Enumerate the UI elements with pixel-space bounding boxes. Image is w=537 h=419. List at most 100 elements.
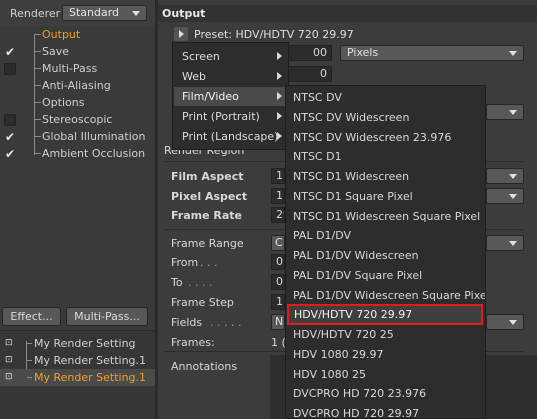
submenu-item[interactable]: NTSC DV Widescreen 23.976 <box>286 128 485 147</box>
tree-branch-line <box>35 51 41 52</box>
checkmark-icon[interactable]: ✔ <box>4 148 16 160</box>
width-field[interactable]: 00 <box>284 45 332 61</box>
submenu-item-label: HDV/HDTV 720 29.97 <box>294 308 413 322</box>
render-setting-item[interactable]: ⊡ My Render Setting.1 <box>0 369 155 386</box>
frame-range-dropdown-right[interactable] <box>486 235 524 251</box>
tree-branch-line <box>27 360 32 361</box>
frame-rate-field[interactable]: 29 <box>271 207 285 223</box>
submenu-item-label: PAL D1/DV Square Pixel <box>293 268 423 282</box>
chevron-down-icon <box>509 320 517 325</box>
frames-label: Frames: <box>171 336 215 349</box>
tree-item[interactable]: Output <box>0 26 155 43</box>
checkbox-icon[interactable] <box>4 114 16 126</box>
resolution-dropdown[interactable] <box>486 104 524 120</box>
submenu-item[interactable]: PAL D1/DV Square Pixel <box>286 266 485 285</box>
checkbox-icon[interactable] <box>4 63 16 75</box>
tree-item-label: Ambient Occlusion <box>42 147 146 160</box>
left-panel: Renderer Standard Output ✔ Save Multi-Pass A… <box>0 0 155 419</box>
width-value: 00 <box>313 46 327 59</box>
submenu-item[interactable]: NTSC D1 Widescreen <box>286 167 485 186</box>
submenu-item-label: DVCPRO HD 720 23.976 <box>293 387 427 401</box>
submenu-item-label: PAL D1/DV Widescreen Square Pixel <box>293 288 486 302</box>
submenu-item[interactable]: NTSC DV Widescreen <box>286 108 485 127</box>
submenu-item-label: HDV 1080 25 <box>293 367 367 381</box>
submenu-item[interactable]: HDV/HDTV 720 29.97 <box>287 304 483 326</box>
film-aspect-field[interactable]: 1. <box>271 168 285 184</box>
tree-branch-line <box>27 343 32 344</box>
from-dots: . . . <box>200 256 218 269</box>
render-setting-item[interactable]: ⊡ My Render Setting <box>0 335 155 352</box>
units-dropdown[interactable]: Pixels <box>340 45 524 61</box>
menu-item[interactable]: Web <box>174 67 288 86</box>
units-value: Pixels <box>347 46 379 59</box>
submenu-item-label: HDV 1080 29.97 <box>293 347 384 361</box>
fields-dropdown-right[interactable] <box>486 314 524 330</box>
chevron-down-icon <box>509 51 517 56</box>
menu-item-label: Film/Video <box>182 90 239 103</box>
from-label: From <box>171 256 199 269</box>
submenu-item[interactable]: NTSC DV <box>286 88 485 107</box>
submenu-item-label: NTSC D1 Widescreen <box>293 170 410 183</box>
film-aspect-dropdown[interactable] <box>486 168 524 184</box>
tree-item-label: Multi-Pass <box>42 62 98 75</box>
menu-item[interactable]: Print (Landscape) <box>174 127 288 146</box>
render-setting-icon: ⊡ <box>5 355 13 365</box>
chevron-down-icon <box>509 194 517 199</box>
tree-item-label: Global Illumination <box>42 130 146 143</box>
frame-range-dropdown[interactable]: C <box>271 235 285 251</box>
tree-branch-line <box>35 119 41 120</box>
submenu-item[interactable]: NTSC D1 Widescreen Square Pixel <box>286 207 485 226</box>
tree-item[interactable]: Options <box>0 94 155 111</box>
tree-item[interactable]: ✔ Save <box>0 43 155 60</box>
preset-expand-icon[interactable] <box>174 27 188 41</box>
submenu-item[interactable]: DVCPRO HD 720 23.976 <box>286 384 485 403</box>
menu-item[interactable]: Film/Video <box>174 87 288 106</box>
frame-step-field[interactable]: 1 <box>271 294 285 310</box>
tree-branch-line <box>35 136 41 137</box>
tree-branch-line <box>27 377 32 378</box>
tree-item[interactable]: Stereoscopic <box>0 111 155 128</box>
submenu-item[interactable]: HDV/HDTV 720 25 <box>286 325 485 344</box>
multipass-button[interactable]: Multi-Pass... <box>66 307 148 326</box>
fields-label: Fields <box>171 316 203 329</box>
tree-branch-line <box>35 85 41 86</box>
to-field[interactable]: 0 <box>271 274 285 290</box>
fields-dropdown[interactable]: N <box>271 314 285 330</box>
height-field[interactable]: 0 <box>284 66 332 82</box>
checkmark-icon[interactable]: ✔ <box>4 131 16 143</box>
render-setting-item[interactable]: ⊡ My Render Setting.1 <box>0 352 155 369</box>
submenu-item[interactable]: HDV 1080 25 <box>286 365 485 384</box>
render-settings-list: ⊡ My Render Setting ⊡ My Render Setting.1 ⊡ M… <box>0 330 155 419</box>
pixel-aspect-field[interactable]: 1 <box>271 188 285 204</box>
frame-rate-label: Frame Rate <box>171 209 243 222</box>
tree-item-label: Options <box>42 96 85 109</box>
tree-item[interactable]: ✔ Global Illumination <box>0 128 155 145</box>
renderer-dropdown[interactable]: Standard <box>62 5 147 21</box>
submenu-item[interactable]: PAL D1/DV Widescreen Square Pixel <box>286 286 485 305</box>
tree-item[interactable]: Multi-Pass <box>0 60 155 77</box>
submenu-item[interactable]: PAL D1/DV Widescreen <box>286 246 485 265</box>
submenu-item[interactable]: PAL D1/DV <box>286 226 485 245</box>
preset-label: Preset: HDV/HDTV 720 29.97 <box>194 28 354 41</box>
menu-item[interactable]: Screen <box>174 47 288 66</box>
annotations-label: Annotations <box>171 360 238 373</box>
submenu-item[interactable]: DVCPRO HD 720 29.97 <box>286 404 485 419</box>
from-field[interactable]: 0 <box>271 254 285 270</box>
renderer-bar: Renderer Standard <box>0 0 155 26</box>
tree-item[interactable]: ✔ Ambient Occlusion <box>0 145 155 162</box>
submenu-item[interactable]: NTSC D1 <box>286 147 485 166</box>
pixel-aspect-dropdown[interactable] <box>486 188 524 204</box>
checkmark-icon[interactable]: ✔ <box>4 46 16 58</box>
effect-button[interactable]: Effect... <box>2 307 61 326</box>
menu-item[interactable]: Print (Portrait) <box>174 107 288 126</box>
submenu-item[interactable]: HDV 1080 29.97 <box>286 345 485 364</box>
tree-branch-line <box>35 68 41 69</box>
submenu-item-label: DVCPRO HD 720 29.97 <box>293 407 420 419</box>
film-aspect-label: Film Aspect <box>171 170 244 183</box>
submenu-item-label: HDV/HDTV 720 25 <box>293 328 394 341</box>
submenu-item[interactable]: NTSC D1 Square Pixel <box>286 187 485 206</box>
fields-dots: . . . . . <box>210 316 242 329</box>
tree-item-label: Stereoscopic <box>42 113 113 126</box>
tree-item[interactable]: Anti-Aliasing <box>0 77 155 94</box>
tree-item-label: Anti-Aliasing <box>42 79 111 92</box>
